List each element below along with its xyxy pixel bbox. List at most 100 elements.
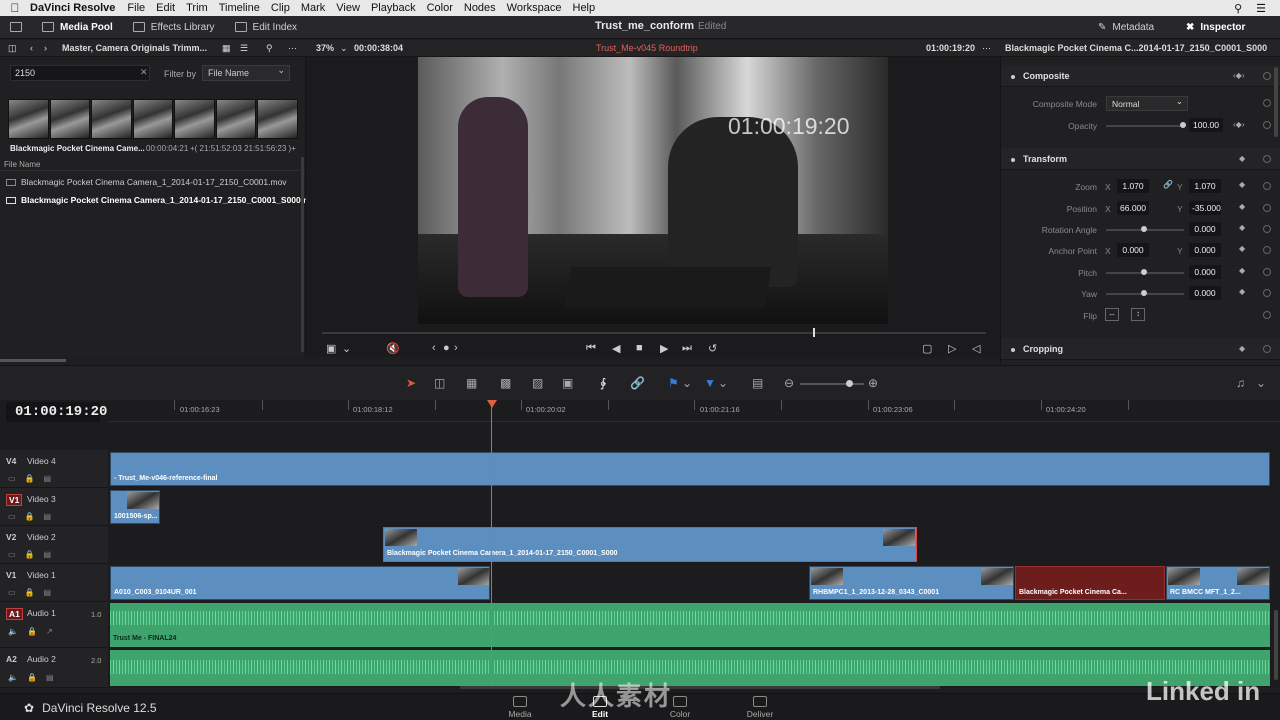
zoom-in-icon[interactable]: ⊕ [868, 376, 878, 390]
reset-icon[interactable] [1263, 345, 1271, 353]
track-video-icon[interactable]: ▭ [8, 512, 16, 521]
timeline-clip-v3[interactable]: 1001506-sp... [110, 490, 160, 524]
loop-icon[interactable]: ↺ [708, 342, 717, 355]
menu-mark[interactable]: Mark [301, 2, 325, 14]
keyframe-nav-icon[interactable]: ‹◆› [1233, 120, 1244, 129]
list-item[interactable]: Blackmagic Pocket Cinema Camera_1_2014-0… [0, 191, 321, 209]
menu-help[interactable]: Help [573, 2, 596, 14]
flag-icon[interactable]: ⚑ [668, 376, 679, 390]
timeline-zoom-knob[interactable] [846, 380, 853, 387]
reset-icon[interactable] [1263, 225, 1271, 233]
replace-clip-icon[interactable]: ▣ [562, 376, 573, 390]
timeline-clip-v1-d[interactable]: RC BMCC MFT_1_2... [1166, 566, 1270, 600]
rotation-value[interactable]: 0.000 [1189, 222, 1221, 236]
track-header-a2[interactable]: A2 Audio 2 2.0 🔈 🔒 ▤ [0, 648, 108, 688]
keyframe-icon[interactable]: ◆ [1239, 180, 1245, 189]
reset-icon[interactable] [1263, 311, 1271, 319]
timeline-horizontal-scrollbar[interactable] [460, 686, 940, 689]
trim-tool-icon[interactable]: ◫ [434, 376, 445, 390]
mark-out-icon[interactable]: ◁ [972, 342, 980, 355]
position-y-value[interactable]: -35.000 [1189, 201, 1221, 215]
reset-icon[interactable] [1263, 155, 1271, 163]
marker-icon[interactable]: ▼ [704, 376, 716, 390]
track-header-a1[interactable]: A1 Audio 1 1.0 🔈 🔒 ↗ [0, 602, 108, 648]
go-to-end-icon[interactable]: ⏭ [682, 342, 692, 355]
overlay-dropdown-icon[interactable]: ⌄ [342, 342, 351, 355]
reset-icon[interactable] [1263, 246, 1271, 254]
panel-toggle-button[interactable] [0, 16, 32, 39]
mark-in-icon[interactable]: ▷ [948, 342, 956, 355]
anchor-y-value[interactable]: 0.000 [1189, 243, 1221, 257]
lock-icon[interactable]: 🔒 [25, 512, 35, 521]
horizontal-scrollbar[interactable] [0, 359, 66, 362]
vertical-scrollbar[interactable] [301, 157, 304, 352]
inspector-scrollbar[interactable] [1274, 67, 1278, 137]
keyframe-nav-icon[interactable]: ‹◆› [1233, 71, 1244, 80]
timeline-view-options-icon[interactable]: ▤ [752, 376, 763, 390]
reset-icon[interactable] [1263, 72, 1271, 80]
anchor-x-value[interactable]: 0.000 [1117, 243, 1149, 257]
previous-edit-icon[interactable]: ‹ [432, 342, 436, 354]
lock-icon[interactable]: 🔒 [25, 474, 35, 483]
menu-workspace[interactable]: Workspace [507, 2, 562, 14]
mute-icon[interactable]: 🔇 [386, 342, 400, 355]
clear-search-icon[interactable]: ✕ [140, 67, 148, 78]
timeline-vertical-scrollbar[interactable] [1274, 610, 1278, 680]
reset-icon[interactable] [1263, 268, 1271, 276]
timeline-playhead[interactable] [491, 400, 492, 688]
marker-dropdown-icon[interactable]: ⌄ [718, 376, 728, 390]
track-video-icon[interactable]: ▭ [8, 550, 16, 559]
speaker-icon[interactable]: 🔈 [8, 673, 18, 682]
viewer-zoom[interactable]: 37% [316, 43, 334, 53]
timeline-clip-v1-c[interactable]: Blackmagic Pocket Cinema Ca... [1015, 566, 1165, 600]
metadata-button[interactable]: ✎ Metadata [1088, 16, 1164, 39]
keyframe-icon[interactable]: ◆ [1239, 344, 1245, 353]
track-header-v3[interactable]: V1 Video 3 ▭ 🔒 ▤ [0, 488, 108, 526]
opacity-value[interactable]: 100.00 [1189, 118, 1223, 132]
match-frame-icon[interactable]: ▢ [922, 342, 932, 355]
playhead-handle[interactable] [487, 400, 497, 408]
flag-dropdown-icon[interactable]: ⌄ [682, 376, 692, 390]
composite-mode-select[interactable]: Normal [1106, 96, 1188, 111]
timeline-audio-clip-a2[interactable] [110, 650, 1270, 686]
snapping-icon[interactable]: ∳ [600, 376, 606, 390]
reset-icon[interactable] [1263, 121, 1271, 129]
opacity-slider[interactable] [1106, 125, 1184, 127]
auto-select-icon[interactable]: ▤ [46, 673, 54, 682]
menu-timeline[interactable]: Timeline [219, 2, 260, 14]
timeline-timecode[interactable]: 01:00:19:20 [15, 404, 107, 420]
reset-icon[interactable] [1263, 289, 1271, 297]
menu-color[interactable]: Color [427, 2, 453, 14]
forward-arrow-icon[interactable]: › [44, 43, 47, 53]
track-id[interactable]: A1 [6, 608, 23, 620]
video-frame[interactable]: 01:00:19:20 [418, 57, 888, 324]
scrubber-playhead[interactable] [813, 328, 816, 337]
pitch-value[interactable]: 0.000 [1189, 265, 1221, 279]
apple-icon[interactable]:  [0, 1, 30, 15]
audio-dropdown-icon[interactable]: ⌄ [1256, 376, 1266, 390]
thumbnail-view-icon[interactable]: ▦ [222, 43, 231, 54]
speaker-icon[interactable]: 🔈 [8, 627, 18, 636]
go-to-start-icon[interactable]: ⏮ [586, 342, 596, 355]
zoom-out-icon[interactable]: ⊖ [784, 376, 794, 390]
timeline-clip-v1-a[interactable]: A010_C003_0104UR_001 [110, 566, 490, 600]
position-x-value[interactable]: 66.000 [1117, 201, 1149, 215]
edit-index-button[interactable]: Edit Index [225, 16, 307, 39]
yaw-value[interactable]: 0.000 [1189, 286, 1221, 300]
clip-thumbnail-strip[interactable] [8, 99, 299, 139]
page-tab-media[interactable]: Media [490, 696, 550, 719]
page-tab-deliver[interactable]: Deliver [730, 696, 790, 719]
notification-center-icon[interactable]: ☰ [1256, 2, 1266, 15]
track-header-v2[interactable]: V2 Video 2 ▭ 🔒 ▤ [0, 526, 108, 564]
keyframe-icon[interactable]: ◆ [1239, 154, 1245, 163]
search-icon[interactable]: ⚲ [266, 43, 273, 54]
timeline-audio-clip-a1[interactable]: Trust Me - FINAL24 [110, 603, 1270, 647]
options-icon[interactable]: ⋯ [288, 43, 297, 54]
timeline-zoom-slider[interactable] [800, 383, 864, 385]
track-header-v4[interactable]: V4 Video 4 ▭ 🔒 ▤ [0, 450, 108, 488]
rotation-slider-knob[interactable] [1141, 226, 1147, 232]
opacity-slider-knob[interactable] [1180, 122, 1186, 128]
sidebar-toggle-icon[interactable]: ◫ [8, 43, 17, 54]
back-arrow-icon[interactable]: ‹ [30, 43, 33, 53]
blade-tool-icon[interactable]: ▦ [466, 376, 477, 390]
